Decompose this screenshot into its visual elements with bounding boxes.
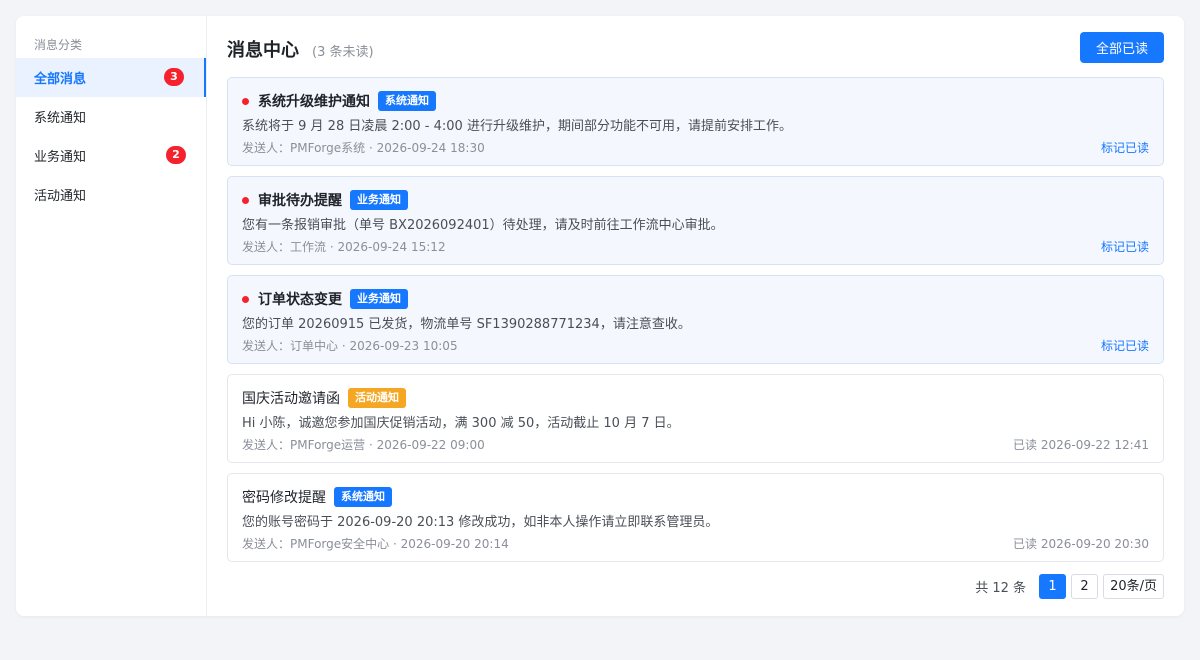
message-item[interactable]: 密码修改提醒 系统通知 您的账号密码于 2026-09-20 20:13 修改成… (227, 473, 1164, 562)
message-item[interactable]: 国庆活动邀请函 活动通知 Hi 小陈，诚邀您参加国庆促销活动，满 300 减 5… (227, 374, 1164, 463)
message-meta: 发送人：订单中心 · 2026-09-23 10:05 (242, 339, 458, 353)
message-title: 国庆活动邀请函 (242, 391, 340, 407)
pagination-total: 共 12 条 (975, 581, 1027, 596)
sidebar-heading: 消息分类 (34, 38, 83, 52)
sidebar-item-all[interactable]: 全部消息 3 (16, 58, 206, 97)
message-body: 系统将于 9 月 28 日凌晨 2:00 - 4:00 进行升级维护，期间部分功… (242, 119, 792, 134)
message-title: 订单状态变更 (258, 292, 342, 308)
sidebar-item-label: 业务通知 (34, 150, 87, 165)
mark-all-read-button[interactable]: 全部已读 (1080, 32, 1164, 63)
sidebar-item-activity[interactable]: 活动通知 (16, 175, 206, 214)
unread-count-badge: 3 (164, 68, 184, 86)
category-tag: 业务通知 (350, 190, 408, 210)
unread-count-hint: (3 条未读) (312, 45, 374, 60)
page-size-select[interactable]: 20条/页 (1103, 574, 1164, 599)
message-body: 您的账号密码于 2026-09-20 20:13 修改成功，如非本人操作请立即联… (242, 515, 719, 530)
message-title: 系统升级维护通知 (258, 94, 370, 110)
sidebar-item-system[interactable]: 系统通知 (16, 97, 206, 136)
sidebar-item-label: 全部消息 (34, 72, 87, 87)
message-item[interactable]: 系统升级维护通知 系统通知 系统将于 9 月 28 日凌晨 2:00 - 4:0… (227, 77, 1164, 166)
unread-dot-icon (242, 196, 249, 204)
message-item[interactable]: 审批待办提醒 业务通知 您有一条报销审批（单号 BX2026092401）待处理… (227, 176, 1164, 265)
sidebar-item-label: 活动通知 (34, 189, 87, 204)
message-title: 审批待办提醒 (258, 193, 342, 209)
category-tag: 活动通知 (348, 388, 406, 408)
message-meta: 发送人：工作流 · 2026-09-24 15:12 (242, 240, 446, 254)
sidebar-item-label: 系统通知 (34, 111, 87, 126)
read-status: 已读 2026-09-22 12:41 (1013, 438, 1149, 452)
message-center-card: 消息分类 全部消息 3 系统通知 业务通知 2 活动通知 消息中心 (3 条未读… (16, 16, 1184, 616)
mark-read-link[interactable]: 标记已读 (1101, 337, 1149, 354)
message-meta: 发送人：PMForge系统 · 2026-09-24 18:30 (242, 141, 485, 155)
unread-dot-icon (242, 295, 249, 303)
message-meta: 发送人：PMForge安全中心 · 2026-09-20 20:14 (242, 537, 509, 551)
mark-read-link[interactable]: 标记已读 (1101, 139, 1149, 156)
page-title: 消息中心 (227, 40, 299, 61)
page-button-1[interactable]: 1 (1039, 574, 1067, 599)
message-body: 您的订单 20260915 已发货，物流单号 SF1390288771234，请… (242, 317, 691, 332)
sidebar-item-business[interactable]: 业务通知 2 (16, 136, 206, 175)
category-tag: 系统通知 (334, 487, 392, 507)
read-status: 已读 2026-09-20 20:30 (1013, 537, 1149, 551)
message-title: 密码修改提醒 (242, 490, 326, 506)
pagination: 共 12 条 1 2 20条/页 (975, 574, 1164, 599)
unread-count-badge: 2 (166, 146, 186, 164)
category-tag: 业务通知 (350, 289, 408, 309)
message-item[interactable]: 订单状态变更 业务通知 您的订单 20260915 已发货，物流单号 SF139… (227, 275, 1164, 364)
mark-read-link[interactable]: 标记已读 (1101, 238, 1149, 255)
message-body: Hi 小陈，诚邀您参加国庆促销活动，满 300 减 50，活动截止 10 月 7… (242, 416, 680, 431)
category-tag: 系统通知 (378, 91, 436, 111)
message-main-panel: 消息中心 (3 条未读) 全部已读 系统升级维护通知 系统通知 系统将于 9 月… (227, 16, 1164, 616)
unread-dot-icon (242, 97, 249, 105)
category-sidebar: 消息分类 全部消息 3 系统通知 业务通知 2 活动通知 (16, 16, 207, 616)
message-body: 您有一条报销审批（单号 BX2026092401）待处理，请及时前往工作流中心审… (242, 218, 724, 233)
message-meta: 发送人：PMForge运营 · 2026-09-22 09:00 (242, 438, 485, 452)
page-button-2[interactable]: 2 (1071, 574, 1099, 599)
